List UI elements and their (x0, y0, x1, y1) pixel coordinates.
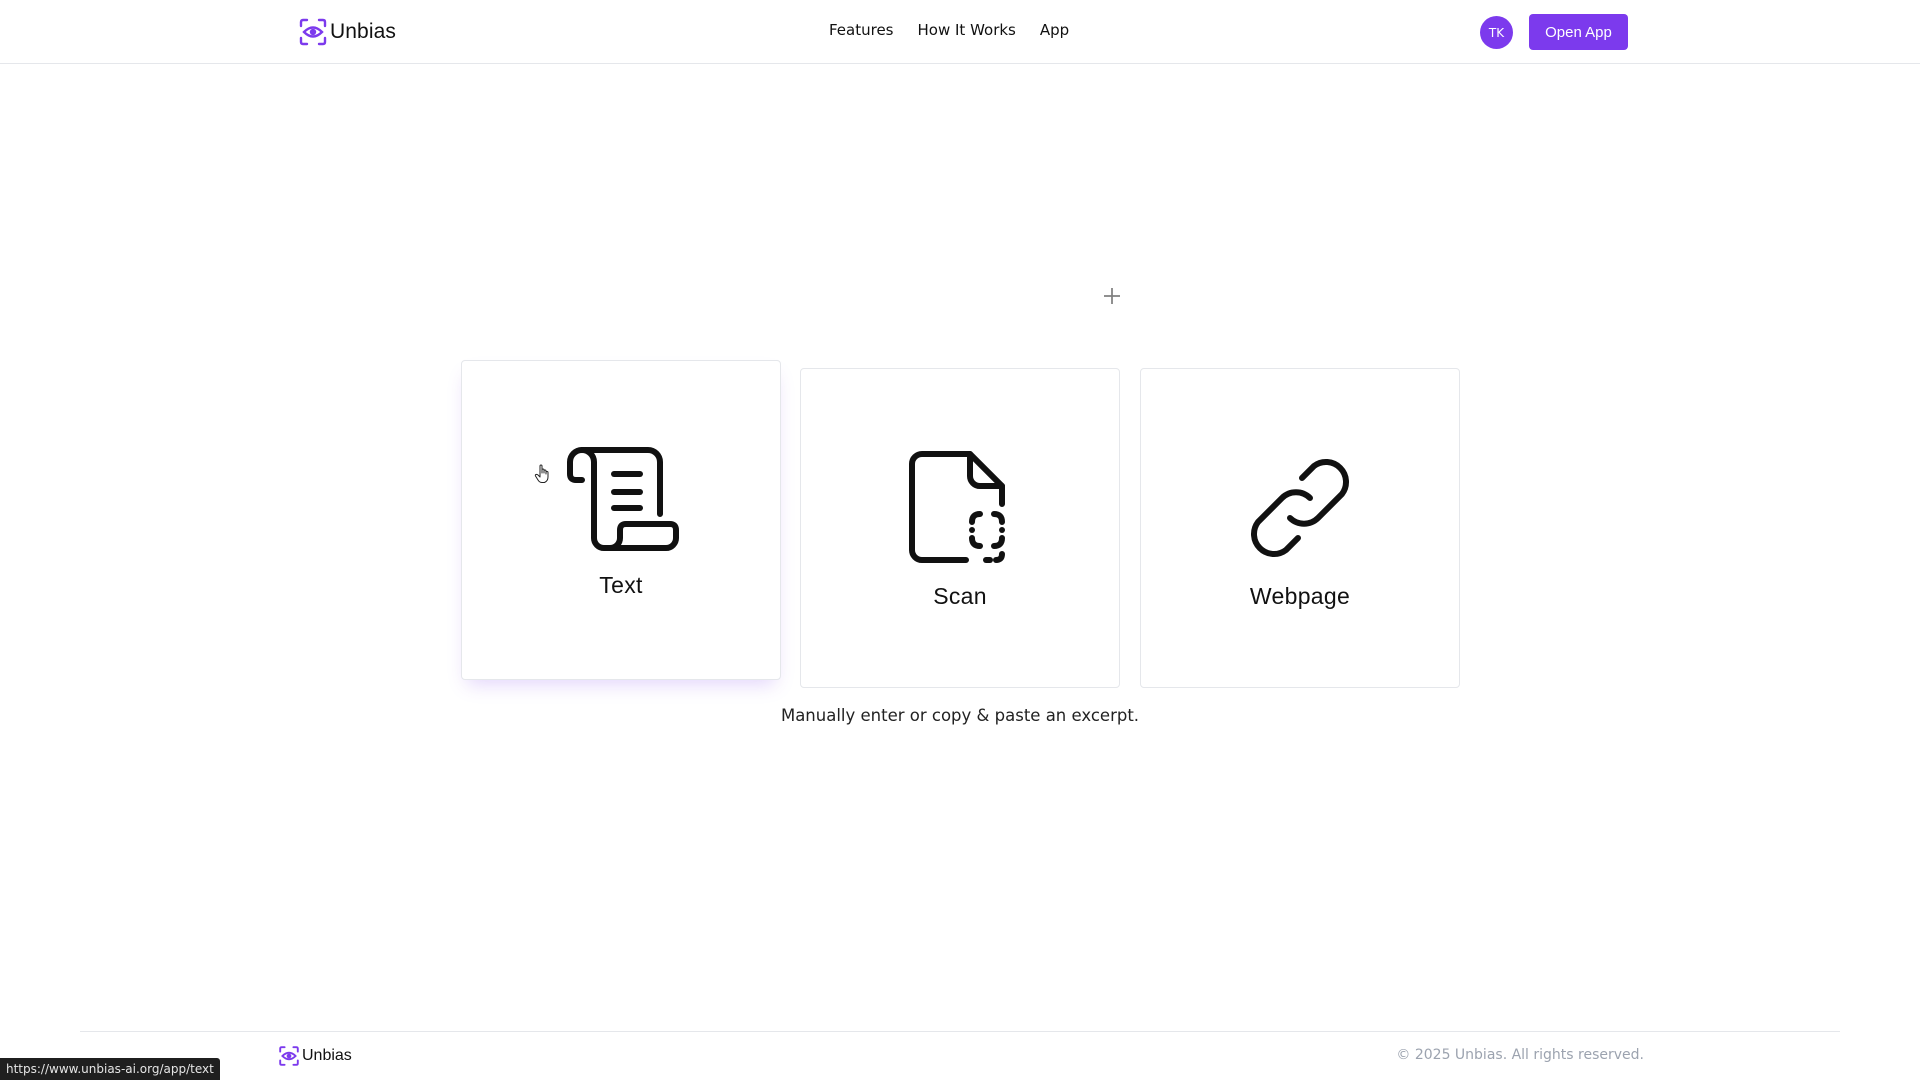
hand-pointer-cursor-icon (534, 464, 549, 483)
card-label-webpage: Webpage (1249, 583, 1351, 609)
input-type-description: Manually enter or copy & paste an excerp… (780, 706, 1140, 725)
logo-link[interactable]: Unbias (298, 17, 396, 47)
footer-logo-text: Unbias (302, 1047, 352, 1064)
main-nav: Features How It Works App (829, 21, 1069, 39)
eye-logo-icon (299, 18, 327, 46)
nav-link-features[interactable]: Features (829, 21, 894, 39)
user-avatar[interactable]: TK (1480, 16, 1513, 49)
logo-text: Unbias (330, 20, 396, 43)
scroll-icon (562, 447, 680, 551)
footer-logo[interactable]: Unbias (278, 1045, 352, 1067)
footer-divider (80, 1031, 1840, 1032)
card-label-scan: Scan (933, 583, 987, 609)
eye-logo-icon (279, 1046, 299, 1066)
crosshair-cursor-icon (1104, 288, 1120, 304)
input-type-card-text[interactable]: Text (461, 360, 781, 680)
nav-link-app[interactable]: App (1040, 21, 1069, 39)
status-bar-url: https://www.unbias-ai.org/app/text (0, 1058, 220, 1080)
copyright-text: © 2025 Unbias. All rights reserved. (1396, 1047, 1644, 1063)
file-scan-icon (906, 451, 1014, 565)
input-type-card-scan[interactable]: Scan (800, 368, 1120, 688)
input-type-card-webpage[interactable]: Webpage (1140, 368, 1460, 688)
open-app-button[interactable]: Open App (1529, 14, 1628, 50)
site-header: Unbias Features How It Works App TK Open… (0, 0, 1920, 64)
link-icon (1242, 451, 1358, 565)
card-label-text: Text (599, 572, 643, 598)
nav-link-how-it-works[interactable]: How It Works (918, 21, 1016, 39)
